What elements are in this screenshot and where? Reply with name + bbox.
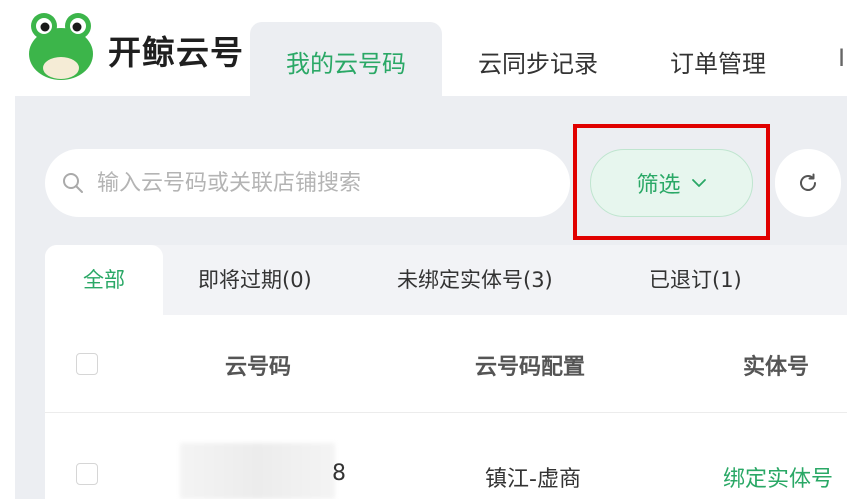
- row-checkbox[interactable]: [76, 463, 98, 485]
- nav-tab-my-numbers[interactable]: 我的云号码: [250, 22, 442, 96]
- column-header-number: 云号码: [225, 355, 292, 380]
- brand-name: 开鲸云号: [108, 33, 244, 72]
- numbers-table-card: 全部 即将过期(0) 未绑定实体号(3) 已退订(1) 云号码 云号码配置 实体…: [45, 245, 847, 499]
- top-header: 开鲸云号 我的云号码 云同步记录 订单管理 I: [0, 0, 847, 96]
- nav-tab-sync-records[interactable]: 云同步记录: [478, 44, 598, 79]
- tab-unsubscribed[interactable]: 已退订(1): [649, 245, 742, 315]
- chevron-down-icon: [691, 179, 706, 187]
- tab-expiring[interactable]: 即将过期(0): [198, 245, 312, 315]
- bind-physical-link[interactable]: 绑定实体号: [723, 461, 847, 493]
- table-row: 8 镇江-虚商 绑定实体号: [45, 413, 847, 499]
- refresh-icon: [800, 173, 816, 191]
- tab-unbound[interactable]: 未绑定实体号(3): [397, 245, 553, 315]
- frog-logo-icon: [29, 13, 93, 80]
- table-header: 云号码 云号码配置 实体号: [45, 315, 847, 413]
- column-header-physical: 实体号: [743, 355, 810, 380]
- search-icon: [63, 173, 83, 193]
- status-tabs: 全部 即将过期(0) 未绑定实体号(3) 已退订(1): [45, 245, 847, 315]
- number-config: 镇江-虚商: [485, 467, 581, 492]
- column-header-config: 云号码配置: [475, 355, 586, 380]
- select-all-checkbox[interactable]: [76, 353, 98, 375]
- refresh-button[interactable]: [775, 149, 841, 217]
- number-suffix: 8: [332, 461, 346, 486]
- search-input[interactable]: [97, 167, 537, 199]
- filter-button[interactable]: 筛选: [590, 149, 753, 217]
- filter-button-label: 筛选: [636, 173, 681, 198]
- nav-tab-orders[interactable]: 订单管理: [670, 44, 766, 79]
- redacted-number: [180, 443, 335, 499]
- nav-tab-more[interactable]: I: [838, 44, 847, 72]
- tab-all[interactable]: 全部: [45, 245, 163, 315]
- search-box[interactable]: [45, 149, 570, 217]
